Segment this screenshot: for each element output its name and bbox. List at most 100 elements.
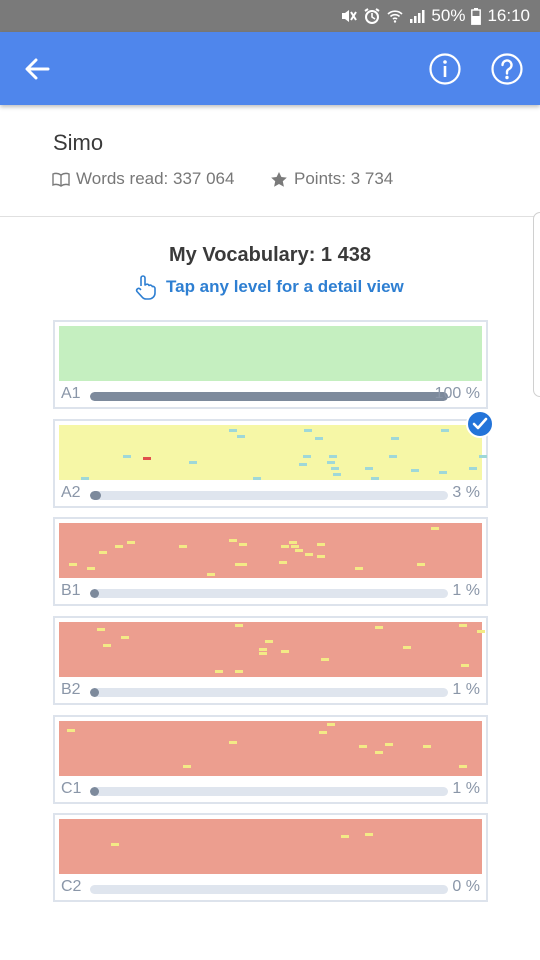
level-percent: 1 %: [452, 582, 480, 599]
alarm-icon: [363, 7, 381, 25]
known-word-marker: [229, 539, 237, 542]
known-word-marker: [237, 435, 245, 438]
level-percent: 1 %: [452, 681, 480, 698]
known-word-marker: [423, 745, 431, 748]
known-word-marker: [81, 477, 89, 480]
signal-icon: [409, 9, 425, 23]
side-drawer-handle[interactable]: [533, 212, 540, 397]
known-word-marker: [229, 741, 237, 744]
level-word-map: [59, 819, 482, 874]
known-word-marker: [375, 626, 383, 629]
known-word-marker: [319, 731, 327, 734]
level-progress-track: [90, 589, 448, 598]
known-word-marker: [67, 729, 75, 732]
known-word-marker: [459, 765, 467, 768]
level-progress-track: [90, 885, 448, 894]
hint-text: Tap any level for a detail view: [166, 277, 404, 296]
known-word-marker: [304, 429, 312, 432]
level-word-map: [59, 326, 482, 381]
known-word-marker: [121, 636, 129, 639]
known-word-marker: [469, 467, 477, 470]
known-word-marker: [327, 723, 335, 726]
known-word-marker: [371, 477, 379, 480]
level-progress-track: [90, 688, 448, 697]
battery-icon: [471, 7, 482, 25]
level-label: C1: [61, 780, 82, 797]
known-word-marker: [479, 455, 487, 458]
level-percent: 100 %: [434, 385, 480, 402]
known-word-marker: [389, 455, 397, 458]
level-percent: 0 %: [452, 878, 480, 895]
known-word-marker: [341, 835, 349, 838]
known-word-marker: [417, 563, 425, 566]
known-word-marker: [403, 646, 411, 649]
words-read-stat: Words read: 337 064: [52, 169, 234, 189]
level-card-b1[interactable]: B1 1 %: [53, 517, 488, 606]
known-word-marker: [229, 429, 237, 432]
known-word-marker: [299, 463, 307, 466]
known-word-marker: [333, 473, 341, 476]
known-word-marker: [259, 648, 267, 651]
known-word-marker: [359, 745, 367, 748]
wifi-icon: [387, 9, 403, 23]
level-label: A1: [61, 385, 81, 402]
clock: 16:10: [487, 6, 530, 25]
level-label: C2: [61, 878, 82, 895]
known-word-marker: [103, 644, 111, 647]
vocabulary-title: My Vocabulary: 1 438: [169, 244, 371, 266]
known-word-marker: [189, 461, 197, 464]
level-word-map: [59, 523, 482, 578]
known-word-marker: [321, 658, 329, 661]
known-word-marker: [111, 843, 119, 846]
known-word-marker: [235, 624, 243, 627]
known-word-marker: [375, 751, 383, 754]
known-word-marker: [439, 471, 447, 474]
status-bar: 50% 16:10: [0, 0, 540, 32]
known-word-marker: [253, 477, 261, 480]
known-word-marker: [459, 624, 467, 627]
known-word-marker: [295, 549, 303, 552]
tap-hand-icon: [135, 275, 156, 300]
level-progress-track: [90, 787, 448, 796]
known-word-marker: [317, 555, 325, 558]
level-progress-fill: [90, 589, 99, 598]
points-text: Points: 3 734: [294, 169, 394, 188]
mute-vibrate-icon: [339, 8, 358, 24]
known-word-marker: [355, 567, 363, 570]
star-icon: [271, 171, 287, 187]
profile-summary: Simo Words read: 337 064 Points: 3 734: [0, 105, 540, 217]
level-card-a1[interactable]: A1 100 %: [53, 320, 488, 409]
level-percent: 1 %: [452, 780, 480, 797]
book-icon: [52, 172, 70, 187]
level-card-a2[interactable]: A2 3 %: [53, 419, 488, 508]
level-progress-fill: [90, 491, 101, 500]
detail-view-hint: Tap any level for a detail view: [134, 274, 404, 300]
known-word-marker: [385, 743, 393, 746]
level-label: B2: [61, 681, 81, 698]
known-word-marker: [327, 461, 335, 464]
level-progress-fill: [90, 787, 99, 796]
known-word-marker: [461, 664, 469, 667]
back-button[interactable]: [18, 50, 56, 88]
help-button[interactable]: [490, 52, 524, 86]
known-word-marker: [441, 429, 449, 432]
known-word-marker: [291, 545, 299, 548]
known-word-marker: [289, 541, 297, 544]
known-word-marker: [391, 437, 399, 440]
level-card-c1[interactable]: C1 1 %: [53, 715, 488, 804]
help-icon: [491, 53, 523, 85]
known-word-marker: [477, 630, 485, 633]
known-word-marker: [317, 543, 325, 546]
known-word-marker: [279, 561, 287, 564]
known-word-marker: [183, 765, 191, 768]
user-name: Simo: [53, 130, 104, 155]
known-word-marker: [97, 628, 105, 631]
known-word-marker: [329, 455, 337, 458]
level-label: B1: [61, 582, 81, 599]
level-card-c2[interactable]: C2 0 %: [53, 813, 488, 902]
known-word-marker: [87, 567, 95, 570]
known-word-marker: [127, 541, 135, 544]
level-label: A2: [61, 484, 81, 501]
level-card-b2[interactable]: B2 1 %: [53, 616, 488, 705]
info-button[interactable]: [428, 52, 462, 86]
